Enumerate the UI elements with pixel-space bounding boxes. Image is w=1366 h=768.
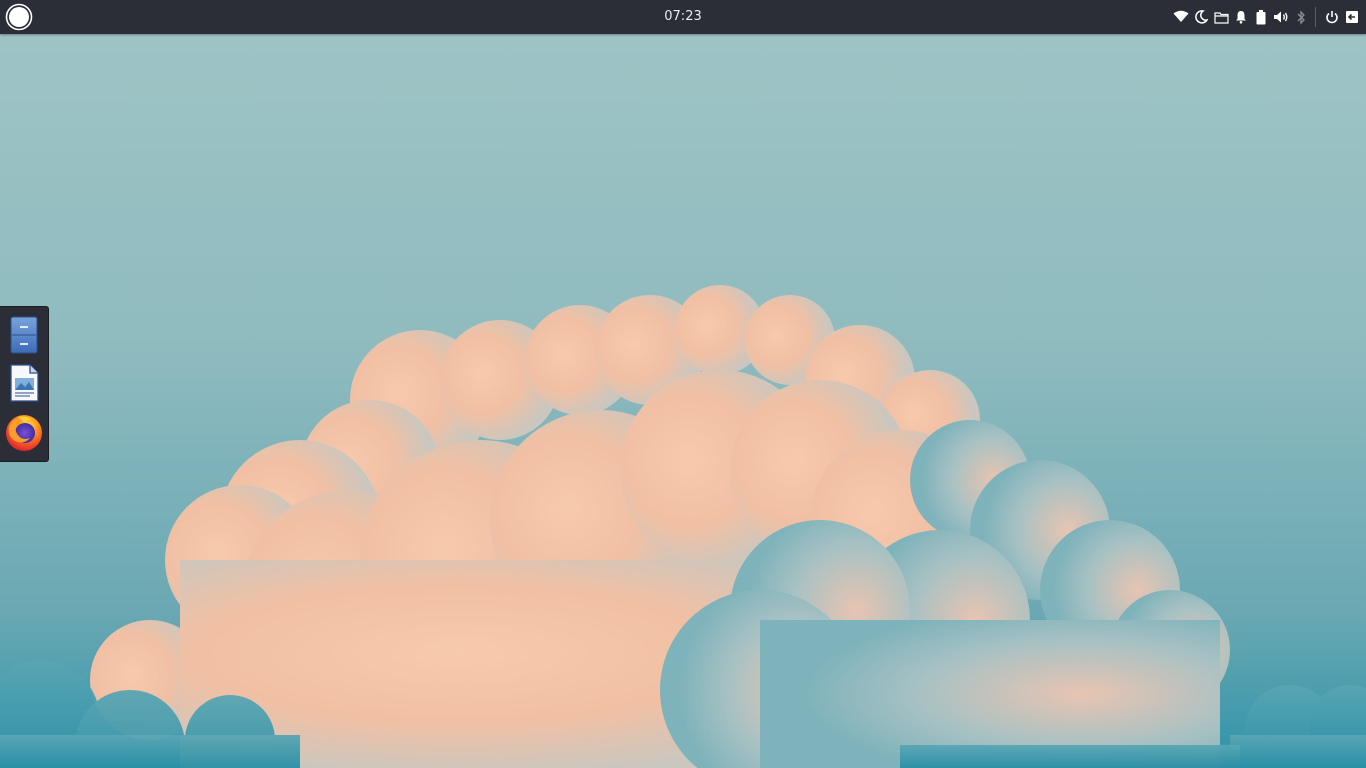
- app-menu-button[interactable]: [5, 3, 33, 31]
- logout-icon[interactable]: [1342, 0, 1362, 34]
- clock[interactable]: 07:23: [633, 0, 733, 34]
- dock-item-libreoffice-writer[interactable]: [4, 361, 44, 405]
- file-manager-icon: [10, 316, 38, 354]
- firefox-icon: [6, 415, 42, 451]
- volume-icon[interactable]: [1271, 0, 1291, 34]
- app-menu-circle-icon: [5, 3, 33, 31]
- night-mode-moon-icon[interactable]: [1191, 0, 1211, 34]
- wallpaper-clouds: [0, 285, 1366, 768]
- dock-item-firefox[interactable]: [4, 411, 44, 455]
- dock: [0, 306, 49, 462]
- top-panel: 07:23: [0, 0, 1366, 34]
- libreoffice-writer-icon: [10, 364, 39, 402]
- system-tray: [1171, 0, 1366, 34]
- desktop: 07:23: [0, 0, 1366, 768]
- wifi-icon[interactable]: [1171, 0, 1191, 34]
- files-folder-icon[interactable]: [1211, 0, 1231, 34]
- bluetooth-icon[interactable]: [1291, 0, 1311, 34]
- tray-separator: [1315, 7, 1316, 27]
- dock-item-file-manager[interactable]: [4, 313, 44, 357]
- battery-icon[interactable]: [1251, 0, 1271, 34]
- notifications-bell-icon[interactable]: [1231, 0, 1251, 34]
- power-icon[interactable]: [1322, 0, 1342, 34]
